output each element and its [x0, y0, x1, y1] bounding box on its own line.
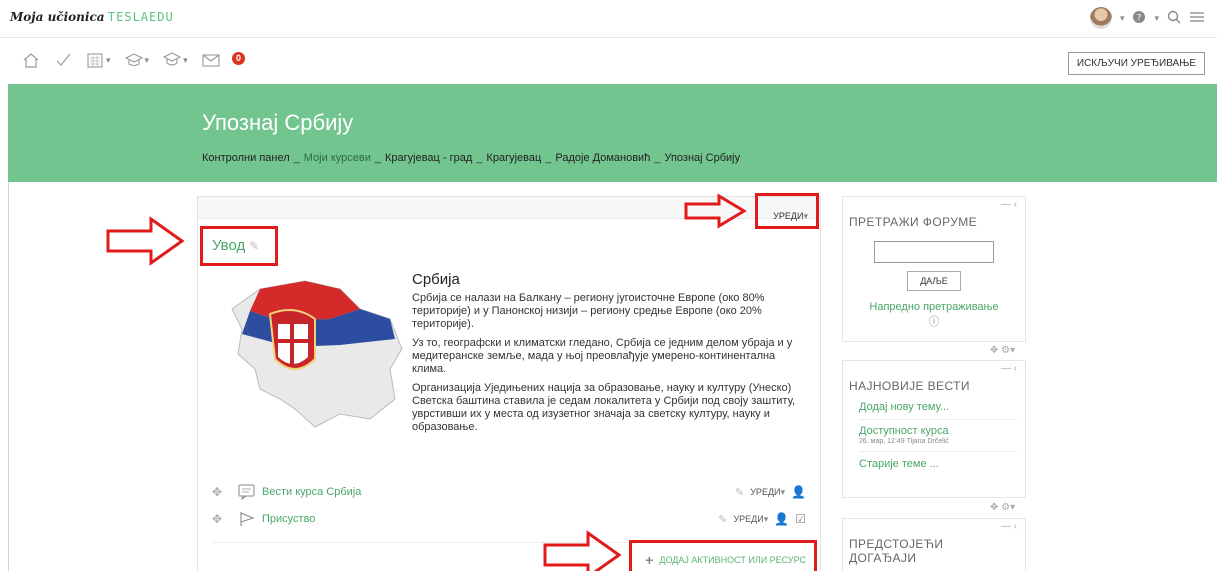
- breadcrumb-separator: _: [374, 152, 381, 164]
- chevron-down-icon: ▾: [106, 54, 111, 65]
- breadcrumb-item[interactable]: Контролни панел: [202, 152, 290, 164]
- svg-text:?: ?: [1137, 13, 1142, 23]
- activity-tools: ✎ УРЕДИ▾ 👤: [735, 485, 806, 499]
- user-icon[interactable]: 👤: [791, 485, 806, 499]
- annotation-box: [200, 226, 278, 266]
- chevron-down-icon: ▾: [144, 54, 150, 65]
- breadcrumb-separator: _: [545, 152, 552, 164]
- content-title: Србија: [412, 271, 460, 288]
- block-move-icons[interactable]: ✥ ⚙▾: [990, 345, 1207, 356]
- site-logo[interactable]: Moja učionica TESLAEDU: [10, 10, 174, 24]
- annotation-arrow-icon: [106, 216, 185, 266]
- annotation-box: [755, 193, 819, 229]
- block-title: ПРЕТРАЖИ ФОРУМЕ: [849, 215, 978, 229]
- breadcrumb-separator: _: [654, 152, 661, 164]
- advanced-search-link[interactable]: Напредно претраживање: [843, 301, 1025, 313]
- serbia-map-image: [231, 280, 403, 428]
- divider: [859, 451, 1017, 452]
- home-icon[interactable]: [22, 52, 40, 68]
- edit-mode-button[interactable]: ИСКЉУЧИ УРЕЂИВАЊЕ: [1067, 52, 1205, 75]
- courses-icon[interactable]: ▾: [124, 52, 150, 68]
- activity-link[interactable]: Вести курса Србија: [262, 486, 361, 498]
- user-tools: ▾ ? ▾: [1089, 7, 1205, 29]
- avatar[interactable]: [1089, 7, 1112, 29]
- news-item-meta: 26. мар, 12:49 Tijana Drčelić: [859, 438, 949, 445]
- breadcrumb: Контролни панел _ Моји курсеви _ Крагујева…: [202, 152, 740, 164]
- block-move-icons[interactable]: ✥ ⚙▾: [990, 502, 1207, 513]
- course-toolbar: ▾ ▾ ▾ 0 ИСКЉУЧИ УРЕЂИВАЊЕ: [0, 38, 1217, 84]
- graduation-icon[interactable]: ▾: [163, 52, 188, 68]
- mail-icon[interactable]: [202, 52, 220, 68]
- older-topics-link[interactable]: Старије теме ...: [859, 458, 1025, 470]
- content-paragraph: Србија се налази на Балкану – региону ју…: [412, 292, 765, 330]
- checkbox-icon[interactable]: ☑: [795, 512, 806, 526]
- content-paragraph: Уз то, географски и климатски гледано, С…: [412, 337, 793, 375]
- block-controls[interactable]: — ‹: [1001, 363, 1017, 374]
- search-input[interactable]: [874, 241, 994, 263]
- block-search-forums: — ‹ ПРЕТРАЖИ ФОРУМЕ ДАЉЕ Напредно претра…: [842, 196, 1026, 342]
- check-icon[interactable]: [54, 52, 72, 68]
- annotation-arrow-icon: [543, 530, 622, 571]
- chevron-down-icon: ▾: [183, 54, 188, 65]
- block-latest-news: — ‹ НАЈНОВИЈЕ ВЕСТИ Додај нову тему... Д…: [842, 360, 1026, 498]
- chevron-down-icon[interactable]: ▾: [1120, 13, 1125, 24]
- section-summary: Србија Србија се налази на Балкану – рег…: [412, 271, 802, 440]
- breadcrumb-item[interactable]: Крагујевац: [486, 152, 541, 164]
- help-icon[interactable]: ⓘ: [843, 313, 1025, 329]
- course-section: УРЕДИ▾ Увод ✎ Србија Србија се налази на …: [197, 196, 821, 571]
- top-navbar: Moja učionica TESLAEDU ▾ ? ▾: [0, 0, 1217, 38]
- mail-badge: 0: [232, 52, 245, 65]
- breadcrumb-item[interactable]: Упознај Србију: [664, 152, 740, 164]
- block-controls[interactable]: — ‹: [1001, 521, 1017, 532]
- content-paragraph: Организација Уједињених нација за образо…: [412, 382, 796, 433]
- divider: [859, 419, 1017, 420]
- breadcrumb-item[interactable]: Моји курсеви: [304, 152, 371, 164]
- block-upcoming-events: — ‹ ПРЕДСТОЈЕЋИ ДОГАЂАЈИ: [842, 518, 1026, 571]
- edit-label: УРЕДИ: [733, 513, 764, 524]
- pencil-icon[interactable]: ✎: [735, 486, 744, 499]
- activity-row: ✥ Вести курса Србија ✎ УРЕДИ▾ 👤: [212, 484, 812, 504]
- search-icon[interactable]: [1167, 10, 1181, 27]
- user-icon[interactable]: 👤: [774, 512, 789, 526]
- block-controls[interactable]: — ‹: [1001, 199, 1017, 210]
- brand-logo-text: TESLAEDU: [107, 10, 174, 24]
- page-title: Упознај Србију: [202, 110, 354, 135]
- toolbar-icons: ▾ ▾ ▾: [22, 52, 220, 68]
- breadcrumb-item[interactable]: Крагујевац - град: [385, 152, 472, 164]
- activity-edit-menu[interactable]: УРЕДИ▾: [750, 487, 785, 498]
- chevron-down-icon[interactable]: ▾: [1154, 13, 1159, 24]
- breadcrumb-item[interactable]: Радоје Домановић: [555, 152, 650, 164]
- calendar-icon[interactable]: ▾: [86, 52, 111, 68]
- block-title: ПРЕДСТОЈЕЋИ ДОГАЂАЈИ: [849, 537, 944, 565]
- forum-icon: [238, 484, 255, 500]
- chevron-down-icon: ▾: [763, 513, 769, 524]
- edit-label: УРЕДИ: [750, 486, 781, 497]
- page-header: Упознај Србију Контролни панел _ Моји кур…: [8, 84, 1217, 182]
- add-topic-link[interactable]: Додај нову тему...: [859, 401, 1025, 413]
- news-item-link[interactable]: Доступност курса: [859, 425, 1025, 437]
- help-icon[interactable]: ?: [1132, 10, 1146, 27]
- activity-tools: ✎ УРЕДИ▾ 👤 ☑: [718, 512, 806, 526]
- activity-link[interactable]: Присуство: [262, 513, 315, 525]
- move-icon[interactable]: ✥: [212, 485, 222, 499]
- move-icon[interactable]: ✥: [212, 512, 222, 526]
- pencil-icon[interactable]: ✎: [718, 513, 727, 526]
- annotation-box: [629, 540, 817, 571]
- chevron-down-icon: ▾: [780, 486, 786, 497]
- flag-icon: [240, 512, 255, 526]
- activity-row: ✥ Присуство ✎ УРЕДИ▾ 👤 ☑: [212, 511, 812, 531]
- activity-edit-menu[interactable]: УРЕДИ▾: [733, 514, 768, 525]
- breadcrumb-separator: _: [476, 152, 483, 164]
- menu-icon[interactable]: [1189, 10, 1205, 27]
- annotation-arrow-icon: [684, 193, 747, 229]
- breadcrumb-separator: _: [293, 152, 300, 164]
- search-go-button[interactable]: ДАЉЕ: [907, 271, 961, 291]
- block-title: НАЈНОВИЈЕ ВЕСТИ: [849, 379, 970, 393]
- brand-script: Moja učionica: [10, 10, 105, 24]
